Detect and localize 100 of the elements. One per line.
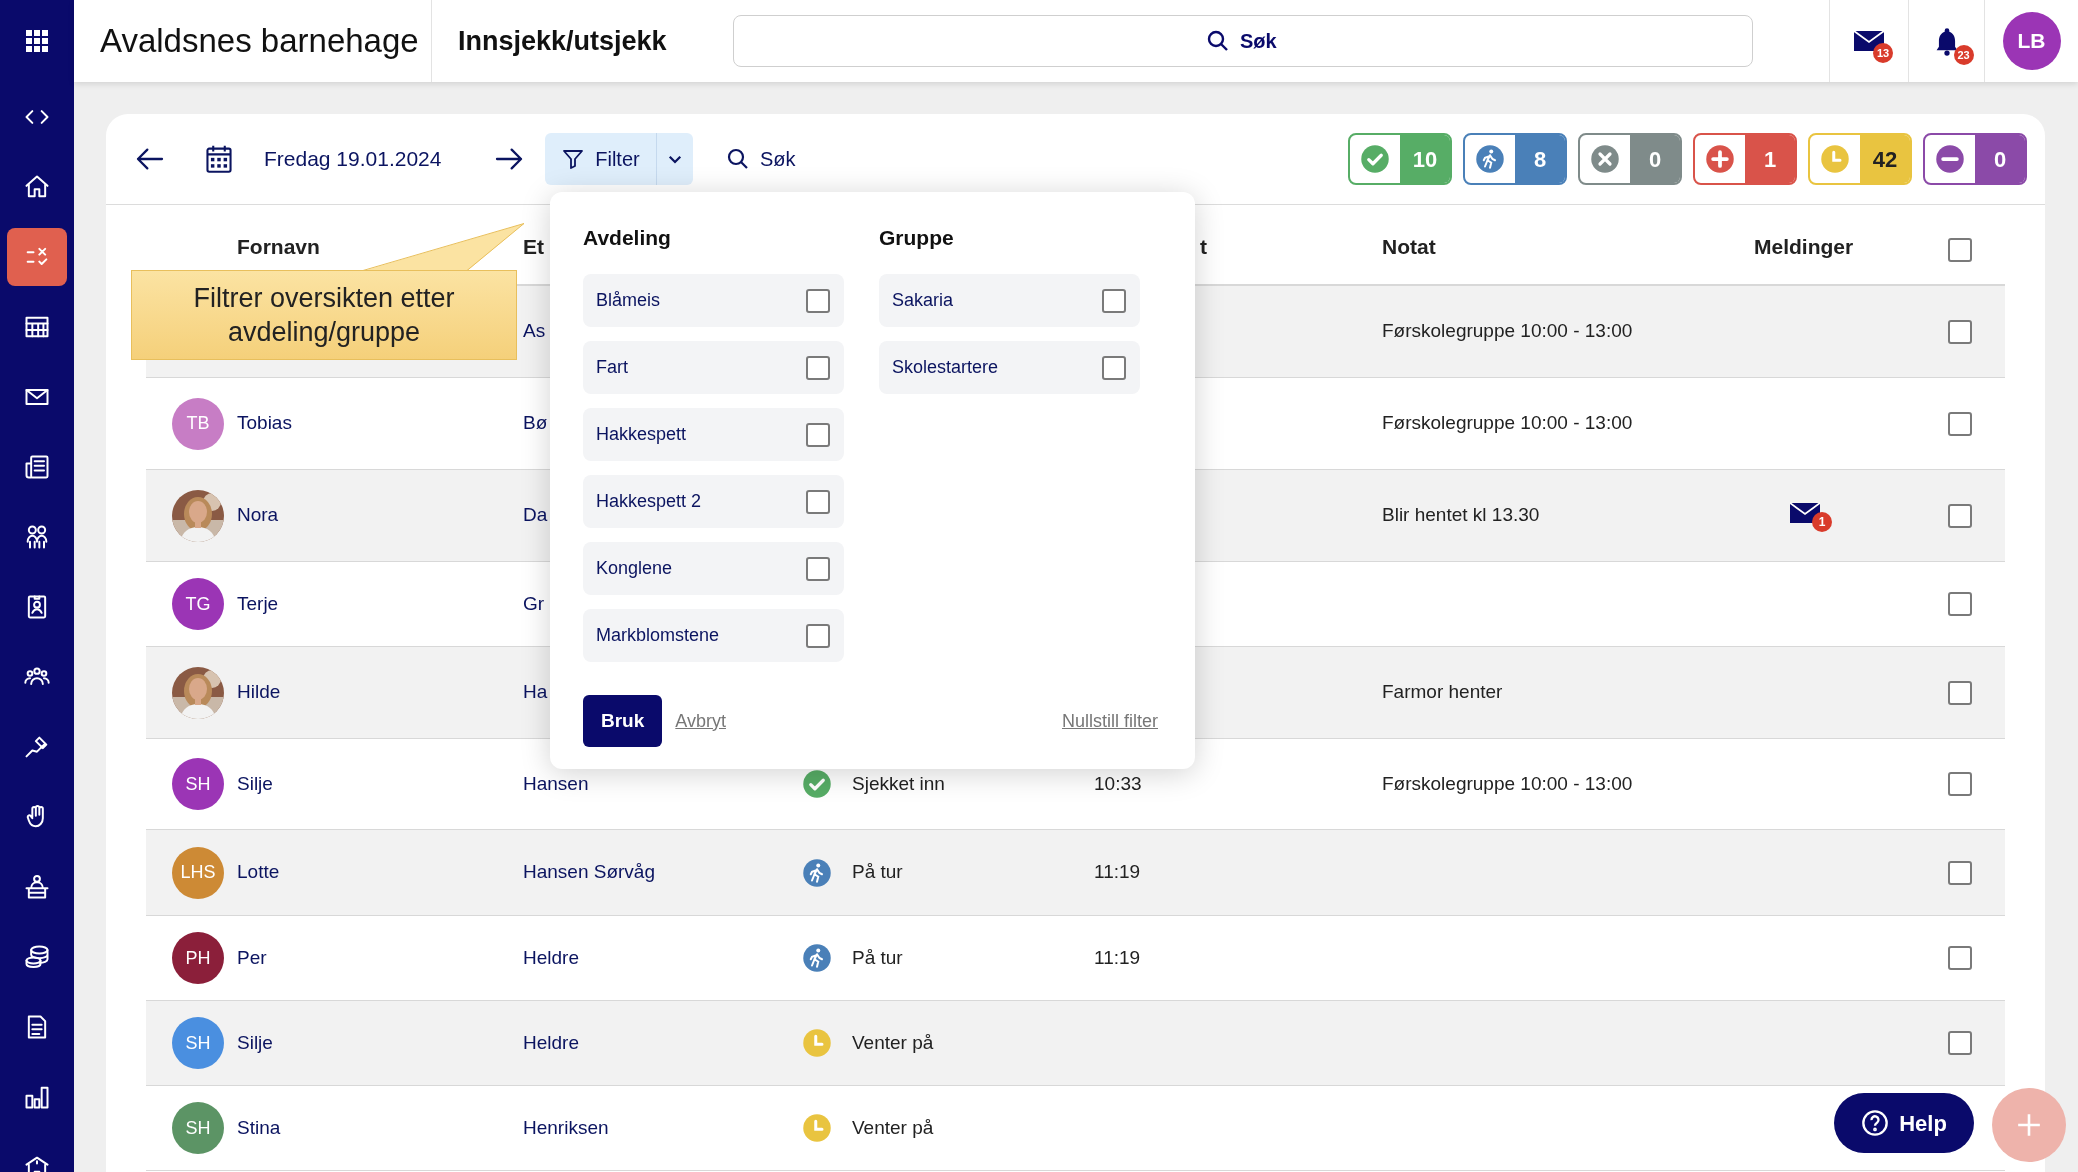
last-name: Ha: [523, 681, 548, 703]
checkbox[interactable]: [806, 489, 830, 514]
avatar: SH: [172, 1017, 224, 1069]
first-name: Silje: [237, 771, 273, 796]
note: Førskolegruppe 10:00 - 13:00: [1382, 412, 1633, 434]
filter-button[interactable]: Filter: [545, 133, 657, 185]
apps-icon[interactable]: [25, 29, 49, 53]
option-label: Sakaria: [892, 289, 954, 312]
checkbox[interactable]: [806, 288, 830, 313]
option-label: Hakkespett: [596, 423, 687, 446]
status-counter[interactable]: 42: [1808, 133, 1912, 185]
search-icon: [1206, 29, 1230, 53]
filter-option[interactable]: Hakkespett 2: [583, 475, 844, 528]
calendar-icon[interactable]: [205, 144, 233, 174]
row-checkbox[interactable]: [1948, 592, 1972, 616]
count-label: 0: [1630, 135, 1680, 183]
checkbox[interactable]: [1102, 288, 1126, 313]
select-all-checkbox[interactable]: [1948, 238, 1972, 262]
search-button[interactable]: Søk: [726, 144, 796, 174]
row-checkbox[interactable]: [1948, 503, 1972, 528]
last-name: Da: [523, 504, 548, 526]
tooltip: Filtrer oversikten etter avdeling/gruppe: [131, 270, 517, 360]
status-counter[interactable]: 0: [1578, 133, 1682, 185]
row-checkbox[interactable]: [1948, 411, 1972, 436]
avatar: SH: [172, 1102, 224, 1154]
option-label: Konglene: [596, 557, 673, 580]
filter-option[interactable]: Konglene: [583, 542, 844, 595]
status-label: Venter på: [852, 1115, 934, 1140]
cancel-link[interactable]: Avbryt: [675, 707, 726, 735]
checkbox[interactable]: [806, 556, 830, 581]
note: Førskolegruppe 10:00 - 13:00: [1382, 772, 1633, 794]
filter-option[interactable]: Markblomstene: [583, 609, 844, 662]
status-counter[interactable]: 1: [1693, 133, 1797, 185]
last-name: Henriksen: [523, 1116, 609, 1138]
checkbox[interactable]: [1102, 355, 1126, 380]
count-badge: 23: [1953, 45, 1974, 65]
avatar: PH: [172, 932, 224, 984]
checkbox[interactable]: [806, 623, 830, 648]
column-header: Et: [523, 234, 544, 258]
last-name: Heldre: [523, 946, 579, 968]
column-header: Notat: [1382, 234, 1436, 258]
section-heading: Avdeling: [583, 225, 672, 251]
first-name: Per: [237, 945, 267, 970]
note: Blir hentet kl 13.30: [1382, 504, 1540, 526]
column-header: Meldinger: [1754, 234, 1854, 258]
last-name: Hansen: [523, 772, 589, 794]
help-button[interactable]: Help: [1834, 1093, 1974, 1153]
newspaper-icon: [23, 453, 51, 481]
last-name: Gr: [523, 592, 545, 614]
first-name: Silje: [237, 1030, 273, 1055]
search-field[interactable]: Søk: [733, 15, 1753, 67]
filter-icon: [561, 147, 586, 171]
status-counter[interactable]: 0: [1923, 133, 2027, 185]
close-icon: [1590, 144, 1620, 174]
avatar: TG: [172, 578, 224, 630]
status-counter[interactable]: 8: [1463, 133, 1567, 185]
last-name: As: [523, 320, 546, 342]
check-icon: [1360, 144, 1390, 174]
time: 11:19: [1094, 946, 1141, 968]
option-label: Skolestartere: [892, 356, 999, 379]
note: Førskolegruppe 10:00 - 13:00: [1382, 320, 1633, 342]
time: 11:19: [1094, 861, 1141, 883]
last-name: Heldre: [523, 1031, 579, 1053]
row-checkbox[interactable]: [1948, 319, 1972, 344]
clock-icon: [802, 1113, 832, 1143]
first-name: Lotte: [237, 860, 280, 885]
row-checkbox[interactable]: [1948, 946, 1972, 970]
last-name: Bø: [523, 412, 548, 434]
option-label: Fart: [596, 356, 628, 379]
row-checkbox[interactable]: [1948, 860, 1972, 885]
filter-option[interactable]: Hakkespett: [583, 408, 844, 461]
count-label: 0: [1975, 135, 2025, 183]
filter-option[interactable]: Sakaria: [879, 274, 1140, 327]
status-label: Sjekket inn: [852, 771, 945, 796]
page-title: Innsjekk/utsjekk: [458, 24, 667, 58]
column-header: Fornavn: [237, 234, 320, 258]
checkbox[interactable]: [806, 355, 830, 380]
user-avatar[interactable]: LB: [2002, 12, 2061, 70]
search-input[interactable]: Søk: [1240, 26, 1280, 56]
row-checkbox[interactable]: [1948, 1031, 1972, 1055]
row-checkbox[interactable]: [1948, 772, 1972, 796]
mail-icon[interactable]: [1790, 501, 1820, 524]
filter-option[interactable]: Fart: [583, 341, 844, 394]
filter-option[interactable]: Blåmeis: [583, 274, 844, 327]
help-icon: [1861, 1109, 1890, 1137]
apply-button[interactable]: Bruk: [583, 695, 663, 747]
plus-icon: [1705, 144, 1735, 174]
reset-filter-link[interactable]: Nullstill filter: [1062, 707, 1158, 735]
row-checkbox[interactable]: [1948, 680, 1972, 705]
count-label: 42: [1860, 135, 1910, 183]
walking-person-icon: [802, 943, 832, 973]
column-header: t: [1200, 234, 1207, 258]
minus-icon: [1935, 144, 1965, 174]
status-label: På tur: [852, 860, 903, 885]
option-label: Hakkespett 2: [596, 490, 702, 513]
checkbox[interactable]: [806, 422, 830, 447]
last-name: Hansen Sørvåg: [523, 861, 655, 883]
filter-option[interactable]: Skolestartere: [879, 341, 1140, 394]
count-label: 8: [1515, 135, 1565, 183]
coins-icon: [23, 943, 51, 971]
